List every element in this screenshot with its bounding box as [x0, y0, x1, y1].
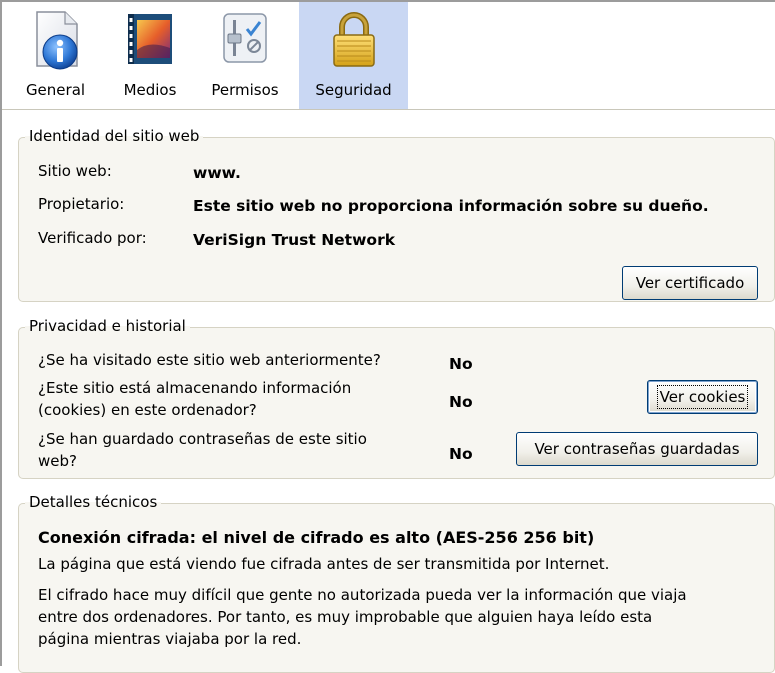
- tab-media[interactable]: Medios: [109, 2, 191, 109]
- media-icon: [128, 14, 172, 64]
- identity-group: Identidad del sitio web Sitio web: www. …: [18, 127, 775, 302]
- cookies-question-line1: ¿Este sitio está almacenando información: [38, 379, 352, 397]
- cookies-question-line2: (cookies) en este ordenador?: [38, 401, 257, 419]
- encryption-detail-line1: El cifrado hace muy difícil que gente no…: [38, 586, 687, 604]
- view-cookies-label: Ver cookies: [656, 385, 749, 409]
- tab-security-label: Seguridad: [315, 81, 392, 99]
- view-saved-passwords-button[interactable]: Ver contraseñas guardadas: [516, 432, 758, 466]
- encryption-detail-line2: entre dos ordenadores. Por tanto, es muy…: [38, 608, 653, 626]
- tab-toolbar: General Medios Permisos Seguridad: [2, 2, 775, 110]
- page-info-window: General Medios Permisos Seguridad Identi…: [0, 0, 775, 673]
- encryption-summary: La página que está viendo fue cifrada an…: [38, 555, 610, 573]
- tab-general[interactable]: General: [2, 2, 109, 109]
- security-panel: Identidad del sitio web Sitio web: www. …: [2, 110, 775, 673]
- passwords-question-line1: ¿Se han guardado contraseñas de este sit…: [38, 430, 367, 448]
- view-certificate-label: Ver certificado: [635, 274, 745, 292]
- encryption-detail-line3: página mientras viajaba por la red.: [38, 630, 302, 648]
- visited-question: ¿Se ha visitado este sitio web anteriorm…: [38, 351, 381, 369]
- tab-security[interactable]: Seguridad: [299, 2, 408, 109]
- view-cookies-button[interactable]: Ver cookies: [647, 380, 758, 414]
- privacy-legend: Privacidad e historial: [25, 317, 190, 335]
- tab-general-label: General: [25, 81, 86, 99]
- technical-group: Detalles técnicos Conexión cifrada: el n…: [18, 493, 775, 673]
- owner-label: Propietario:: [38, 195, 125, 213]
- permissions-icon: [223, 13, 267, 63]
- encryption-title: Conexión cifrada: el nivel de cifrado es…: [38, 528, 595, 547]
- passwords-question-line2: web?: [38, 452, 77, 470]
- lock-icon: [332, 12, 375, 67]
- info-icon: [35, 11, 78, 70]
- tab-permissions-label: Permisos: [211, 81, 279, 99]
- verified-value: VeriSign Trust Network: [193, 231, 396, 249]
- identity-legend: Identidad del sitio web: [25, 127, 204, 145]
- view-certificate-button[interactable]: Ver certificado: [622, 266, 758, 300]
- website-value: www.: [193, 164, 241, 182]
- technical-legend: Detalles técnicos: [25, 493, 162, 511]
- website-label: Sitio web:: [38, 162, 112, 180]
- passwords-answer: No: [449, 445, 473, 463]
- verified-label: Verificado por:: [38, 229, 147, 247]
- tab-permissions[interactable]: Permisos: [191, 2, 299, 109]
- view-saved-passwords-label: Ver contraseñas guardadas: [534, 440, 740, 458]
- cookies-answer: No: [449, 393, 473, 411]
- privacy-group: Privacidad e historial ¿Se ha visitado e…: [18, 317, 775, 479]
- tab-media-label: Medios: [123, 81, 177, 99]
- owner-value: Este sitio web no proporciona informació…: [193, 197, 709, 215]
- visited-answer: No: [449, 355, 473, 373]
